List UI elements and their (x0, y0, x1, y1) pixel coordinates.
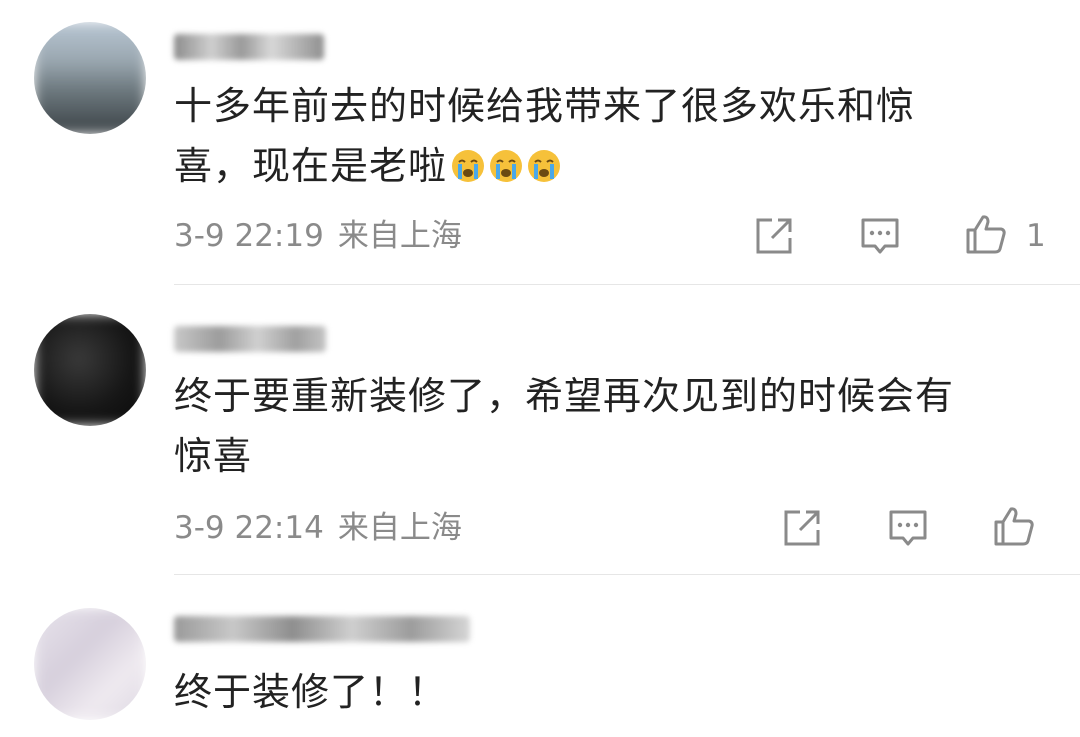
comment-location: 来自上海 (337, 510, 462, 546)
like-count: 1 (1026, 218, 1046, 254)
share-icon[interactable] (752, 214, 796, 258)
divider (174, 284, 1080, 285)
divider (174, 574, 1080, 575)
crying-face-icon (452, 150, 485, 182)
share-icon[interactable] (780, 506, 824, 550)
comment-text-line: 终于要重新装修了，希望再次见到的时候会有 (174, 374, 955, 418)
comment-time: 3-9 22:19 (174, 218, 324, 254)
crying-face-icon (490, 150, 523, 182)
comment-text-line: 十多年前去的时候给我带来了很多欢乐和惊 (174, 84, 916, 128)
comment-icon[interactable] (886, 506, 930, 550)
avatar[interactable] (34, 314, 146, 426)
thumbs-up-icon[interactable] (992, 504, 1036, 548)
comment-text: 十多年前去的时候给我带来了很多欢乐和惊 喜，现在是老啦 (174, 76, 1054, 196)
comment-text: 终于装修了！！ (174, 662, 1054, 722)
comment-text-line: 惊喜 (174, 434, 253, 478)
username-blurred[interactable] (174, 616, 470, 642)
username-blurred[interactable] (174, 326, 326, 352)
comment-text-segment: 喜，现在是老啦 (174, 144, 448, 188)
crying-face-icon (528, 150, 561, 182)
thumbs-up-icon[interactable] (964, 212, 1008, 256)
comment-text-line: 喜，现在是老啦 (174, 136, 1054, 196)
comment-icon[interactable] (858, 214, 902, 258)
comment-text-line: 终于装修了！！ (174, 670, 448, 714)
comment-meta: 3-9 22:19 来自上海 (174, 216, 462, 256)
avatar[interactable] (34, 22, 146, 134)
avatar[interactable] (34, 608, 146, 720)
comment-text: 终于要重新装修了，希望再次见到的时候会有 惊喜 (174, 366, 1054, 486)
comment-item: 终于要重新装修了，希望再次见到的时候会有 惊喜 3-9 22:14 来自上海 (0, 286, 1080, 574)
comment-item: 十多年前去的时候给我带来了很多欢乐和惊 喜，现在是老啦 3-9 22:19 来自… (0, 0, 1080, 286)
comment-item: 终于装修了！！ (0, 576, 1080, 737)
comment-meta: 3-9 22:14 来自上海 (174, 508, 462, 548)
comment-location: 来自上海 (337, 218, 462, 254)
username-blurred[interactable] (174, 34, 324, 60)
comment-time: 3-9 22:14 (174, 510, 324, 546)
